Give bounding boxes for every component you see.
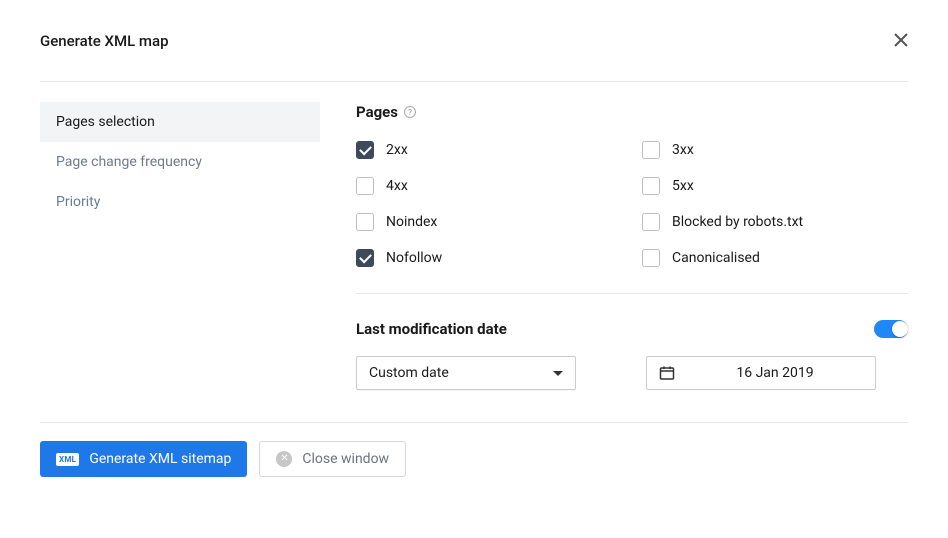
sidebar-item-label: Page change frequency <box>56 154 202 170</box>
checkbox-canonicalised[interactable]: Canonicalised <box>642 249 908 267</box>
help-icon[interactable]: ? <box>404 106 416 118</box>
checkbox-icon <box>642 141 660 159</box>
generate-xml-button[interactable]: XML Generate XML sitemap <box>40 441 247 477</box>
modal-header: Generate XML map <box>40 32 908 82</box>
checkbox-5xx[interactable]: 5xx <box>642 177 908 195</box>
date-toggle[interactable] <box>874 320 908 338</box>
checkbox-noindex[interactable]: Noindex <box>356 213 622 231</box>
modal-title: Generate XML map <box>40 32 169 50</box>
date-header: Last modification date <box>356 320 908 338</box>
close-icon[interactable] <box>894 32 908 51</box>
date-title: Last modification date <box>356 320 507 338</box>
checkbox-label: Canonicalised <box>672 250 760 266</box>
generate-xml-modal: Generate XML map Pages selection Page ch… <box>0 0 948 501</box>
checkbox-nofollow[interactable]: Nofollow <box>356 249 622 267</box>
pages-checkbox-grid: 2xx 3xx 4xx 5xx Noindex <box>356 141 908 294</box>
checkbox-label: Blocked by robots.txt <box>672 214 803 230</box>
checkbox-label: 2xx <box>386 142 408 158</box>
content: Pages ? 2xx 3xx 4xx 5xx <box>320 102 908 422</box>
date-controls: Custom date 16 Jan 2019 <box>356 356 908 390</box>
checkbox-blocked-robots[interactable]: Blocked by robots.txt <box>642 213 908 231</box>
checkbox-icon <box>642 177 660 195</box>
button-label: Close window <box>302 451 389 467</box>
sidebar-item-pages-selection[interactable]: Pages selection <box>40 102 320 142</box>
date-value: 16 Jan 2019 <box>687 365 863 381</box>
calendar-icon <box>659 365 675 381</box>
checkbox-icon <box>356 213 374 231</box>
date-section: Last modification date Custom date 1 <box>356 320 908 390</box>
checkbox-label: Nofollow <box>386 250 442 266</box>
checkbox-label: 4xx <box>386 178 408 194</box>
date-picker[interactable]: 16 Jan 2019 <box>646 356 876 390</box>
sidebar: Pages selection Page change frequency Pr… <box>40 102 320 422</box>
sidebar-item-priority[interactable]: Priority <box>40 182 320 222</box>
date-mode-select[interactable]: Custom date <box>356 356 576 390</box>
checkbox-label: 5xx <box>672 178 694 194</box>
checkbox-label: Noindex <box>386 214 437 230</box>
checkbox-2xx[interactable]: 2xx <box>356 141 622 159</box>
close-window-button[interactable]: ✕ Close window <box>259 441 406 477</box>
checkbox-icon <box>642 213 660 231</box>
close-circle-icon: ✕ <box>276 451 292 467</box>
checkbox-icon <box>356 249 374 267</box>
checkbox-icon <box>642 249 660 267</box>
sidebar-item-label: Pages selection <box>56 114 155 130</box>
checkbox-3xx[interactable]: 3xx <box>642 141 908 159</box>
checkbox-icon <box>356 177 374 195</box>
button-label: Generate XML sitemap <box>89 451 231 467</box>
pages-section-title: Pages ? <box>356 103 416 121</box>
toggle-knob <box>892 321 908 337</box>
sidebar-item-page-change-frequency[interactable]: Page change frequency <box>40 142 320 182</box>
chevron-down-icon <box>553 371 563 376</box>
xml-icon: XML <box>56 453 79 466</box>
modal-footer: XML Generate XML sitemap ✕ Close window <box>40 422 908 477</box>
pages-title-text: Pages <box>356 103 398 121</box>
modal-body: Pages selection Page change frequency Pr… <box>40 82 908 422</box>
checkbox-4xx[interactable]: 4xx <box>356 177 622 195</box>
checkbox-label: 3xx <box>672 142 694 158</box>
sidebar-item-label: Priority <box>56 194 100 210</box>
select-value: Custom date <box>369 365 449 381</box>
checkbox-icon <box>356 141 374 159</box>
